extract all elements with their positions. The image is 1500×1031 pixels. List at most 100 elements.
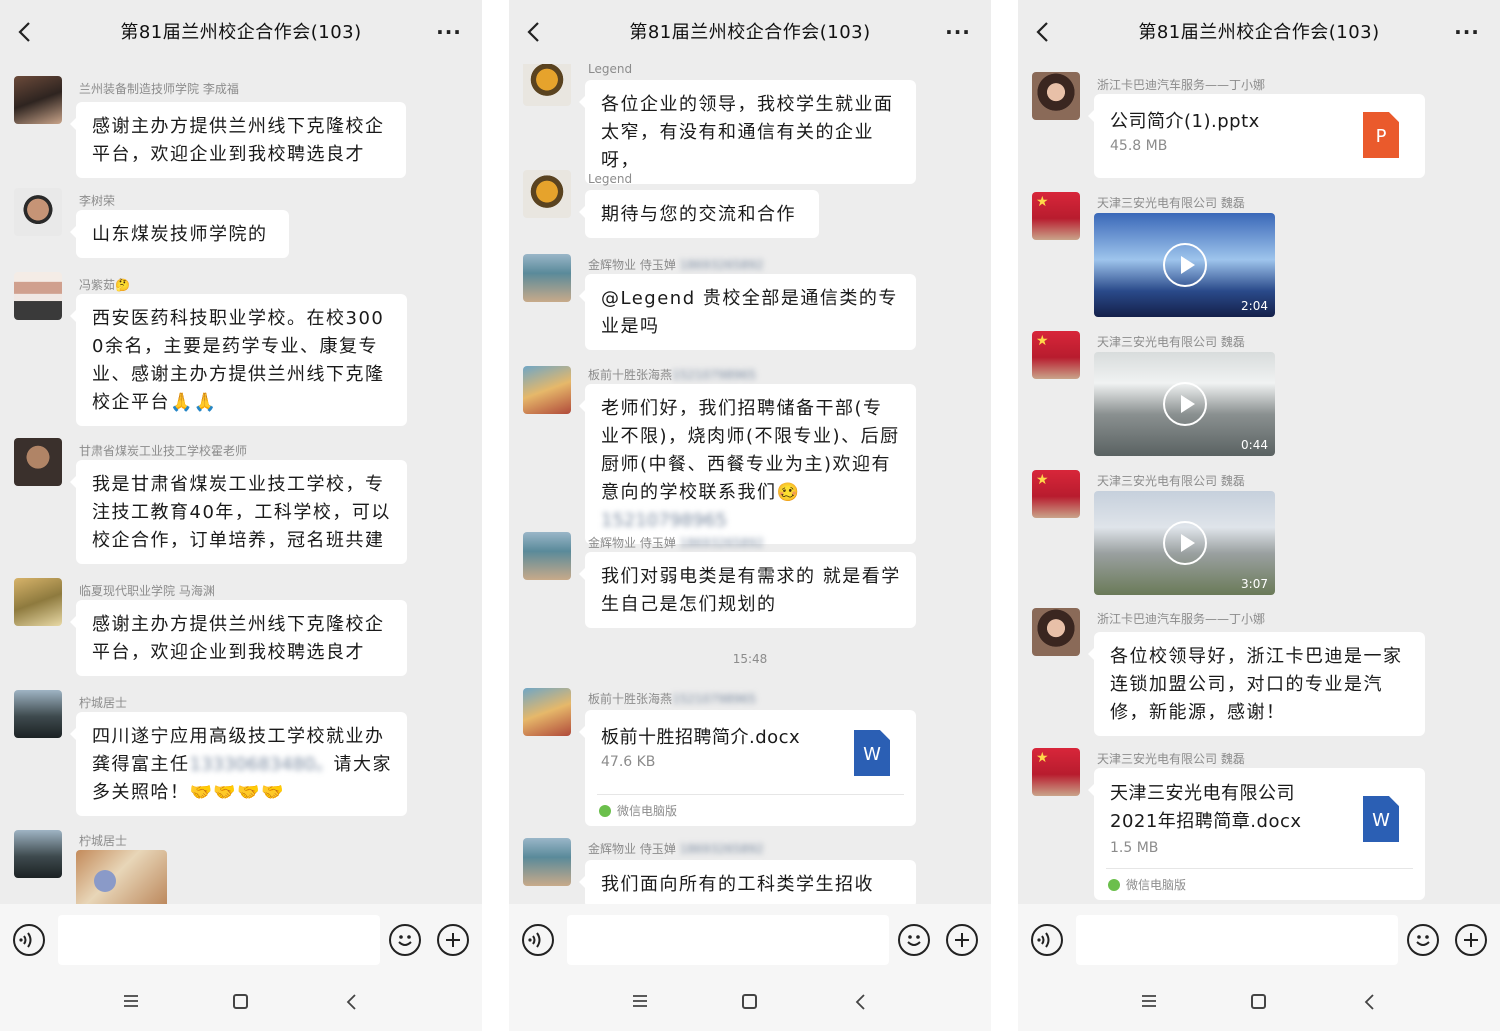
input-bar bbox=[1018, 904, 1500, 976]
message-bubble[interactable]: 我们面向所有的工科类学生招收 bbox=[579, 860, 916, 904]
sender-name: 柠城居士 bbox=[79, 696, 128, 710]
more-options-button[interactable]: ··· bbox=[434, 22, 464, 42]
home-icon[interactable] bbox=[742, 994, 757, 1009]
file-card[interactable]: 天津三安光电有限公司 2021年招聘简章.docx 1.5 MB W 微信电脑版 bbox=[1088, 768, 1425, 900]
avatar[interactable] bbox=[1032, 608, 1080, 656]
avatar[interactable]: ★ bbox=[1032, 331, 1080, 379]
home-icon[interactable] bbox=[1251, 994, 1266, 1009]
emoji-icon[interactable] bbox=[389, 924, 421, 956]
menu-icon[interactable] bbox=[123, 994, 139, 1008]
sender-text: 金辉物业 侍玉婵 bbox=[588, 258, 676, 272]
message-bubble[interactable]: 山东煤炭技师学院的 bbox=[70, 210, 289, 258]
more-options-button[interactable]: ··· bbox=[1452, 22, 1482, 42]
plus-icon[interactable] bbox=[946, 924, 978, 956]
message-bubble[interactable]: 各位校领导好，浙江卡巴迪是一家连锁加盟公司，对口的专业是汽修，新能源，感谢！ bbox=[1088, 632, 1425, 736]
play-icon[interactable] bbox=[1162, 243, 1207, 287]
menu-icon[interactable] bbox=[632, 994, 648, 1008]
message-input[interactable] bbox=[567, 915, 889, 965]
message-bubble[interactable]: 老师们好，我们招聘储备干部(专业不限)，烧肉师(不限专业)、后厨厨师(中餐、西餐… bbox=[579, 384, 916, 544]
file-source: 微信电脑版 bbox=[1108, 876, 1186, 893]
avatar[interactable] bbox=[1032, 72, 1080, 120]
avatar[interactable] bbox=[14, 578, 62, 626]
video-thumbnail[interactable]: 3:07 bbox=[1094, 491, 1275, 595]
powerpoint-icon: P bbox=[1363, 112, 1399, 158]
video-thumbnail[interactable]: 0:44 bbox=[1094, 352, 1275, 456]
redacted-phone: 15210798965 bbox=[672, 692, 756, 706]
sender-name: 天津三安光电有限公司 魏磊 bbox=[1097, 474, 1245, 488]
message-bubble[interactable]: 各位企业的领导，我校学生就业面太窄，有没有和通信有关的企业呀， bbox=[579, 80, 916, 184]
message-bubble[interactable]: 感谢主办方提供兰州线下克隆校企平台，欢迎企业到我校聘选良才 bbox=[70, 102, 406, 178]
divider bbox=[1106, 868, 1413, 869]
menu-icon[interactable] bbox=[1141, 994, 1157, 1008]
voice-icon[interactable] bbox=[522, 924, 554, 956]
message-input[interactable] bbox=[1076, 915, 1398, 965]
star-icon: ★ bbox=[1036, 194, 1049, 210]
emoji-icon[interactable] bbox=[898, 924, 930, 956]
message-list[interactable]: Legend 各位企业的领导，我校学生就业面太窄，有没有和通信有关的企业呀， L… bbox=[509, 64, 991, 904]
sender-name: 临夏现代职业学院 马海渊 bbox=[79, 584, 215, 598]
message-bubble[interactable]: 西安医药科技职业学校。在校3000余名，主要是药学专业、康复专业、感谢主办方提供… bbox=[70, 294, 407, 426]
photo-icon bbox=[94, 870, 116, 892]
avatar[interactable] bbox=[523, 64, 571, 106]
message-bubble[interactable]: 期待与您的交流和合作 bbox=[579, 190, 819, 238]
plus-icon[interactable] bbox=[1455, 924, 1487, 956]
input-bar bbox=[509, 904, 991, 976]
message-list[interactable]: 兰州装备制造技师学院 李成福 感谢主办方提供兰州线下克隆校企平台，欢迎企业到我校… bbox=[0, 64, 482, 904]
back-arrow-icon[interactable] bbox=[521, 18, 549, 46]
message-bubble[interactable]: 感谢主办方提供兰州线下克隆校企平台，欢迎企业到我校聘选良才 bbox=[70, 600, 407, 676]
avatar[interactable] bbox=[14, 76, 62, 124]
message-bubble[interactable]: 四川遂宁应用高级技工学校就业办龚得富主任13330683480。请大家多关照哈！… bbox=[70, 712, 407, 816]
avatar[interactable] bbox=[523, 170, 571, 218]
home-icon[interactable] bbox=[233, 994, 248, 1009]
nav-back-icon[interactable] bbox=[853, 993, 869, 1011]
more-options-button[interactable]: ··· bbox=[943, 22, 973, 42]
video-thumbnail[interactable]: 2:04 bbox=[1094, 213, 1275, 317]
avatar[interactable] bbox=[14, 188, 62, 236]
sender-name: 浙江卡巴迪汽车服务——丁小娜 bbox=[1097, 78, 1266, 92]
message-bubble[interactable]: 我们对弱电类是有需求的 就是看学生自己是怎们规划的 bbox=[579, 552, 916, 628]
message-bubble[interactable]: @Legend 贵校全部是通信类的专业是吗 bbox=[579, 274, 916, 350]
file-card[interactable]: 板前十胜招聘简介.docx 47.6 KB W 微信电脑版 bbox=[579, 710, 916, 826]
sender-text: 金辉物业 侍玉婵 bbox=[588, 842, 676, 856]
redacted-phone: 18693265892 bbox=[679, 258, 764, 272]
avatar[interactable] bbox=[523, 688, 571, 736]
sender-text: 板前十胜张海燕 bbox=[588, 692, 673, 706]
redacted-phone: 15210798965 bbox=[672, 368, 756, 382]
message-list[interactable]: 浙江卡巴迪汽车服务——丁小娜 公司简介(1).pptx 45.8 MB P ★ … bbox=[1018, 64, 1500, 904]
nav-back-icon[interactable] bbox=[344, 993, 360, 1011]
avatar[interactable]: ★ bbox=[1032, 748, 1080, 796]
message-input[interactable] bbox=[58, 915, 380, 965]
avatar[interactable] bbox=[14, 690, 62, 738]
back-arrow-icon[interactable] bbox=[12, 18, 40, 46]
video-duration: 2:04 bbox=[1241, 299, 1268, 313]
message-text: 老师们好，我们招聘储备干部(专业不限)，烧肉师(不限专业)、后厨厨师(中餐、西餐… bbox=[601, 398, 900, 503]
avatar[interactable]: ★ bbox=[1032, 470, 1080, 518]
redacted-phone: 13330683480。 bbox=[189, 754, 334, 775]
file-card[interactable]: 公司简介(1).pptx 45.8 MB P bbox=[1088, 94, 1425, 178]
file-source-label: 微信电脑版 bbox=[1126, 878, 1187, 892]
file-source: 微信电脑版 bbox=[599, 802, 677, 819]
voice-icon[interactable] bbox=[1031, 924, 1063, 956]
image-thumbnail[interactable] bbox=[76, 850, 167, 904]
plus-icon[interactable] bbox=[437, 924, 469, 956]
avatar[interactable] bbox=[14, 272, 62, 320]
chat-title: 第81届兰州校企合作会(103) bbox=[120, 22, 362, 43]
avatar[interactable] bbox=[523, 366, 571, 414]
input-bar bbox=[0, 904, 482, 976]
avatar[interactable]: ★ bbox=[1032, 192, 1080, 240]
timestamp: 15:48 bbox=[732, 652, 768, 666]
avatar[interactable] bbox=[14, 438, 62, 486]
play-icon[interactable] bbox=[1162, 382, 1207, 426]
avatar[interactable] bbox=[523, 532, 571, 580]
message-bubble[interactable]: 我是甘肃省煤炭工业技工学校，专注技工教育40年，工科学校，可以校企合作，订单培养… bbox=[70, 460, 407, 564]
play-icon[interactable] bbox=[1162, 521, 1207, 565]
avatar[interactable] bbox=[523, 254, 571, 302]
avatar[interactable] bbox=[14, 830, 62, 878]
emoji-icon[interactable] bbox=[1407, 924, 1439, 956]
nav-back-icon[interactable] bbox=[1362, 993, 1378, 1011]
sender-name: Legend bbox=[588, 64, 633, 76]
avatar[interactable] bbox=[523, 838, 571, 886]
redacted-phone: 18693265892 bbox=[679, 536, 764, 550]
voice-icon[interactable] bbox=[13, 924, 45, 956]
back-arrow-icon[interactable] bbox=[1030, 18, 1058, 46]
